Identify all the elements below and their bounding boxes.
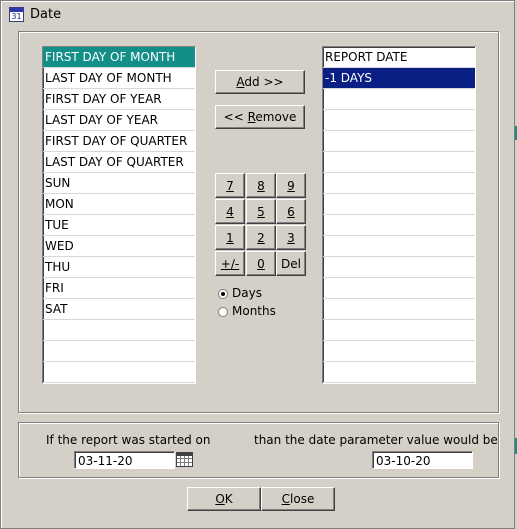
ok-button-label: K: [224, 492, 233, 506]
keypad-key[interactable]: 9: [276, 173, 306, 198]
keypad-key-label: 4: [226, 204, 234, 219]
empty-list-row: [43, 341, 195, 362]
result-field[interactable]: 03-10-20: [372, 451, 473, 469]
started-on-value: 03-11-20: [78, 454, 133, 468]
radio-months-indicator: [218, 306, 228, 317]
keypad-key-label: 3: [287, 230, 295, 245]
date-dialog: 31 Date FIRST DAY OF MONTH LAST DAY OF MO…: [0, 0, 515, 529]
empty-list-row: [323, 299, 475, 320]
close-button[interactable]: Close: [261, 487, 335, 511]
empty-list-row: [323, 257, 475, 278]
expression-list: REPORT DATE -1 DAYS: [322, 46, 476, 384]
empty-list-row: [323, 236, 475, 257]
result-value: 03-10-20: [376, 454, 431, 468]
remove-button[interactable]: << Remove: [215, 105, 305, 129]
keypad-key-label: 1: [226, 230, 234, 245]
list-item[interactable]: -1 DAYS: [323, 68, 475, 89]
window-title: Date: [30, 7, 62, 22]
keypad-key-label: +/-: [220, 256, 240, 271]
radio-months-label: Months: [232, 304, 276, 318]
empty-list-row: [43, 320, 195, 341]
remove-button-prefix: <<: [223, 110, 248, 124]
keypad-key[interactable]: 4: [215, 199, 245, 224]
empty-list-row: [323, 131, 475, 152]
list-item[interactable]: LAST DAY OF QUARTER: [43, 152, 195, 173]
empty-list-row: [323, 173, 475, 194]
keypad-key-label: 0: [257, 256, 265, 271]
list-item[interactable]: FIRST DAY OF MONTH: [43, 47, 195, 68]
radio-days[interactable]: Days: [218, 286, 262, 300]
list-item[interactable]: THU: [43, 257, 195, 278]
keypad-key-label: 6: [287, 204, 295, 219]
date-dialog-icon: 31: [9, 7, 24, 22]
keypad-key-label: 5: [257, 204, 265, 219]
ok-button-mnemonic: O: [215, 492, 225, 506]
radio-days-label: Days: [232, 286, 262, 300]
add-button[interactable]: Add >>: [215, 70, 305, 94]
started-on-label: If the report was started on: [46, 433, 211, 447]
remove-button-label: emove: [255, 110, 297, 124]
list-item[interactable]: SAT: [43, 299, 195, 320]
empty-list-row: [323, 320, 475, 341]
close-button-mnemonic: C: [281, 492, 291, 506]
keypad-key[interactable]: +/-: [215, 251, 245, 276]
close-button-label: lose: [290, 492, 315, 506]
ok-button[interactable]: OK: [187, 487, 261, 511]
list-item[interactable]: FRI: [43, 278, 195, 299]
empty-list-row: [323, 152, 475, 173]
empty-list-row: [323, 362, 475, 383]
date-options-list: FIRST DAY OF MONTH LAST DAY OF MONTH FIRST…: [42, 46, 196, 384]
keypad-key-label: 9: [287, 178, 295, 193]
title-bar: 31 Date: [3, 3, 512, 27]
empty-list-row: [323, 194, 475, 215]
keypad-key[interactable]: 6: [276, 199, 306, 224]
started-on-field[interactable]: 03-11-20: [74, 451, 175, 469]
empty-list-row: [323, 89, 475, 110]
empty-list-row: [323, 278, 475, 299]
result-label: than the date parameter value would be: [254, 433, 498, 447]
list-item[interactable]: FIRST DAY OF QUARTER: [43, 131, 195, 152]
list-item[interactable]: MON: [43, 194, 195, 215]
keypad-key[interactable]: 0: [246, 251, 276, 276]
list-item[interactable]: FIRST DAY OF YEAR: [43, 89, 195, 110]
radio-days-indicator: [218, 288, 228, 299]
keypad-key-label: Del: [281, 256, 301, 271]
calendar-icon[interactable]: [176, 452, 193, 467]
empty-list-row: [323, 110, 475, 131]
keypad-key[interactable]: 3: [276, 225, 306, 250]
list-item[interactable]: LAST DAY OF YEAR: [43, 110, 195, 131]
keypad-key[interactable]: 5: [246, 199, 276, 224]
empty-list-row: [323, 341, 475, 362]
keypad-key-label: 2: [257, 230, 265, 245]
list-item[interactable]: TUE: [43, 215, 195, 236]
keypad-key-label: 7: [226, 178, 234, 193]
empty-list-row: [323, 215, 475, 236]
keypad-key[interactable]: 1: [215, 225, 245, 250]
list-item[interactable]: REPORT DATE: [323, 47, 475, 68]
list-item[interactable]: WED: [43, 236, 195, 257]
list-item[interactable]: SUN: [43, 173, 195, 194]
keypad-key[interactable]: 7: [215, 173, 245, 198]
keypad-key-label: 8: [257, 178, 265, 193]
add-button-label: dd >>: [244, 75, 284, 89]
keypad-key[interactable]: Del: [276, 251, 306, 276]
keypad-key[interactable]: 8: [246, 173, 276, 198]
radio-months[interactable]: Months: [218, 304, 276, 318]
list-item[interactable]: LAST DAY OF MONTH: [43, 68, 195, 89]
empty-list-row: [43, 362, 195, 383]
keypad-key[interactable]: 2: [246, 225, 276, 250]
